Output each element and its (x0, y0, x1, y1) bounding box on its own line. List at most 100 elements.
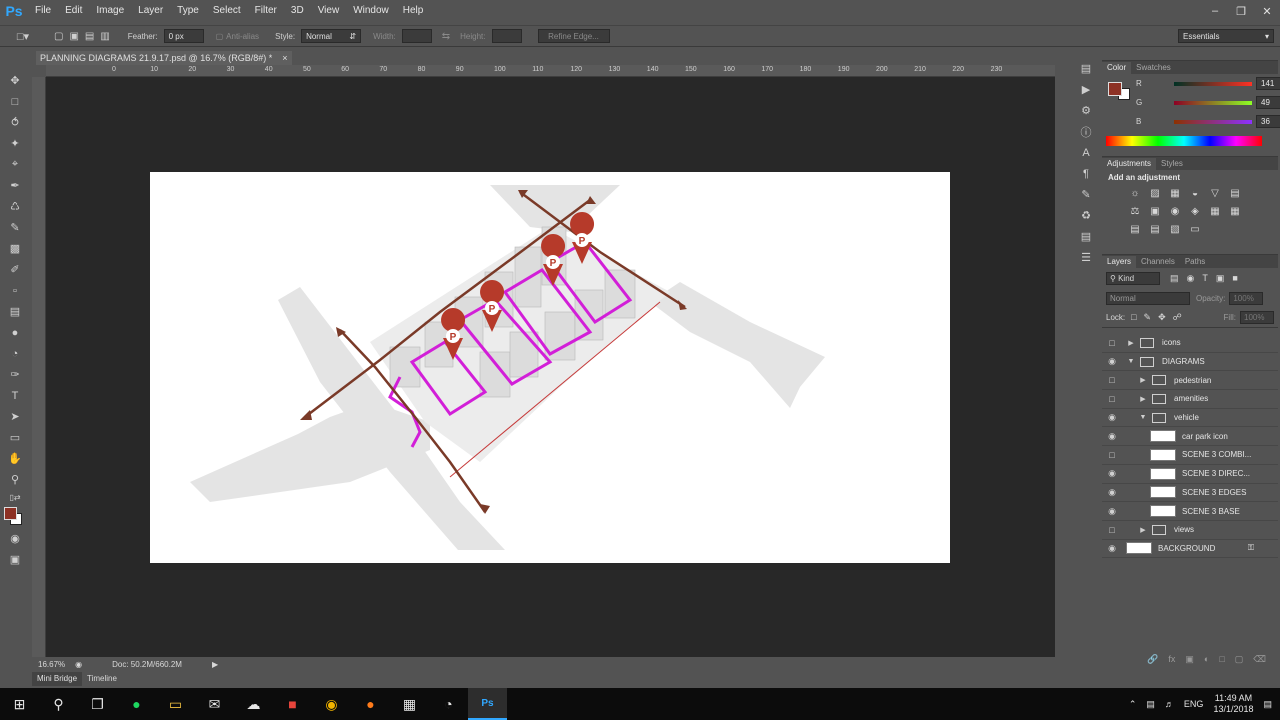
eye-icon[interactable]: ◉ (1102, 431, 1122, 442)
quick-mask-icon[interactable]: ◉ (0, 528, 30, 549)
eyedropper-icon[interactable]: ✒ (0, 175, 30, 196)
tab-swatches[interactable]: Swatches (1131, 62, 1176, 74)
brush-tool-icon[interactable]: ✎ (0, 217, 30, 238)
selective-color-icon[interactable]: ▧ (1168, 223, 1182, 237)
layer-filter-icons[interactable]: ▤◉T▣■ (1170, 273, 1246, 284)
chevron-right-icon[interactable]: ▶ (1138, 526, 1148, 534)
blend-mode-select[interactable]: Normal (1106, 291, 1190, 305)
history-brush-icon[interactable]: ✐ (0, 259, 30, 280)
posterize-icon[interactable]: ▤ (1128, 223, 1142, 237)
menu-type[interactable]: Type (170, 0, 206, 22)
opacity-input[interactable]: 100% (1229, 291, 1264, 305)
hand-tool-icon[interactable]: ✋ (0, 448, 30, 469)
eye-icon[interactable]: ◉ (1102, 543, 1122, 554)
task-view-icon[interactable]: ❐ (78, 688, 117, 720)
color-swatches[interactable] (0, 504, 30, 528)
eraser-icon[interactable]: ▫ (0, 280, 30, 301)
checkbox-icon[interactable]: ▢ (216, 32, 224, 41)
menu-3d[interactable]: 3D (284, 0, 311, 22)
chevron-right-icon[interactable]: ▶ (1138, 395, 1148, 403)
tool-presets-icon[interactable]: ▤ (1072, 226, 1100, 247)
marquee-tool-icon[interactable]: □ (0, 91, 30, 112)
red-slider[interactable] (1174, 81, 1252, 86)
speedometer-icon[interactable]: ◔ (429, 688, 468, 720)
curves-icon[interactable]: ▦ (1168, 187, 1182, 201)
layer-row[interactable]: ◉ ▼ DIAGRAMS (1102, 353, 1278, 372)
menu-edit[interactable]: Edit (58, 0, 89, 22)
screen-mode-icon[interactable]: ▣ (0, 549, 30, 570)
exposure-icon[interactable]: ◒ (1188, 187, 1202, 201)
rectangle-tool-icon[interactable]: ▭ (0, 427, 30, 448)
height-input[interactable] (491, 29, 522, 43)
menu-file[interactable]: File (28, 0, 58, 22)
firefox-icon[interactable]: ● (351, 688, 390, 720)
hidden-eye-icon[interactable]: □ (1102, 450, 1122, 460)
foreground-color-swatch[interactable] (4, 507, 17, 520)
hue-saturation-icon[interactable]: ▤ (1228, 187, 1242, 201)
menu-layer[interactable]: Layer (131, 0, 170, 22)
lasso-tool-icon[interactable]: ⥀ (0, 112, 30, 133)
layer-row[interactable]: □ ▶ amenities (1102, 390, 1278, 409)
close-icon[interactable]: ✕ (1254, 5, 1280, 18)
character-panel-icon[interactable]: A (1072, 142, 1100, 163)
adjustment-layer-icon[interactable]: ◐ (1204, 654, 1209, 668)
levels-icon[interactable]: ▨ (1148, 187, 1162, 201)
eye-icon[interactable]: ◉ (1102, 356, 1122, 367)
search-icon[interactable]: ⚲ (39, 688, 78, 720)
calculator-icon[interactable]: ▦ (390, 688, 429, 720)
photoshop-taskbar-icon[interactable]: Ps (468, 688, 507, 720)
chevron-down-icon[interactable]: ▼ (1138, 414, 1148, 421)
properties-panel-icon[interactable]: ⚙ (1072, 100, 1100, 121)
menu-select[interactable]: Select (206, 0, 248, 22)
clone-source-icon[interactable]: ♻ (1072, 205, 1100, 226)
clone-stamp-icon[interactable]: ▩ (0, 238, 30, 259)
dodge-tool-icon[interactable]: ◔ (0, 343, 30, 364)
eye-icon[interactable]: ◉ (1102, 412, 1122, 423)
chevron-right-icon[interactable]: ▶ (1126, 339, 1136, 347)
tab-channels[interactable]: Channels (1136, 256, 1180, 268)
layer-row[interactable]: ◉ SCENE 3 DIREC... (1102, 465, 1278, 484)
trash-icon[interactable]: ⌫ (1253, 654, 1266, 668)
zoom-level[interactable]: 16.67% (38, 660, 65, 669)
mail-icon[interactable]: ✉ (195, 688, 234, 720)
link-layers-icon[interactable]: 🔗 (1147, 654, 1158, 668)
foreground-swatch[interactable] (1108, 82, 1122, 96)
info-panel-icon[interactable]: ⓘ (1072, 121, 1100, 142)
width-input[interactable] (401, 29, 432, 43)
eye-icon[interactable]: ◉ (1102, 487, 1122, 498)
magic-wand-icon[interactable]: ✦ (0, 133, 30, 154)
hidden-eye-icon[interactable]: □ (1102, 525, 1122, 535)
language-indicator[interactable]: ENG (1184, 699, 1204, 709)
notes-panel-icon[interactable]: ☰ (1072, 247, 1100, 268)
chrome-icon[interactable]: ◉ (312, 688, 351, 720)
menu-view[interactable]: View (311, 0, 347, 22)
network-icon[interactable]: ▤ (1146, 699, 1155, 710)
document-canvas[interactable]: P P P P (150, 172, 950, 563)
windows-start-icon[interactable]: ⊞ (0, 688, 39, 720)
vibrance-icon[interactable]: ▽ (1208, 187, 1222, 201)
channel-mixer-icon[interactable]: ◈ (1188, 205, 1202, 219)
tab-adjustments[interactable]: Adjustments (1102, 158, 1157, 170)
chevron-right-icon[interactable]: ▶ (1138, 376, 1148, 384)
volume-icon[interactable]: ♬ (1165, 699, 1174, 709)
brush-panel-icon[interactable]: ✎ (1072, 184, 1100, 205)
close-tab-icon[interactable]: × (282, 53, 287, 63)
eye-icon[interactable]: ◉ (1102, 506, 1122, 517)
layer-row[interactable]: ◉ car park icon (1102, 427, 1278, 447)
layer-row[interactable]: ◉ ▼ vehicle (1102, 409, 1278, 428)
hidden-eye-icon[interactable]: □ (1102, 394, 1122, 404)
mask-icon[interactable]: ▣ (1185, 654, 1194, 668)
gradient-map-icon[interactable]: ▭ (1188, 223, 1202, 237)
swap-colors-icon[interactable]: ▯⇄ (0, 490, 30, 504)
tab-styles[interactable]: Styles (1156, 158, 1188, 170)
layer-row[interactable]: □ SCENE 3 COMBI... (1102, 446, 1278, 465)
eye-icon[interactable]: ◉ (1102, 468, 1122, 479)
layer-row[interactable]: ◉ SCENE 3 BASE (1102, 502, 1278, 521)
blue-input[interactable]: 36 (1256, 115, 1280, 128)
layer-filter-select[interactable]: ⚲ Kind (1106, 271, 1160, 285)
green-slider[interactable] (1174, 100, 1252, 105)
fx-icon[interactable]: fx (1168, 654, 1175, 668)
layer-row[interactable]: □ ▶ pedestrian (1102, 371, 1278, 391)
threshold-icon[interactable]: ▤ (1148, 223, 1162, 237)
notifications-icon[interactable]: ▤ (1263, 699, 1272, 710)
